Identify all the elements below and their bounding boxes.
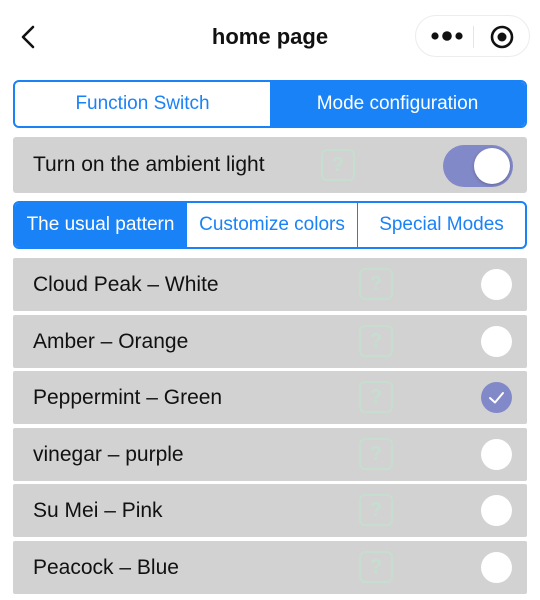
help-icon[interactable]: ? xyxy=(359,324,393,357)
navigation-bar: home page xyxy=(0,0,540,72)
list-item[interactable]: Su Mei – Pink ? xyxy=(13,484,527,537)
ambient-light-label: Turn on the ambient light xyxy=(33,153,265,176)
mode-name: Su Mei – Pink xyxy=(33,499,163,522)
list-item[interactable]: Peppermint – Green ? xyxy=(13,371,527,424)
radio-button-checked[interactable] xyxy=(481,382,512,413)
mode-name: Amber – Orange xyxy=(33,329,189,353)
list-item[interactable]: vinegar – purple ? xyxy=(13,427,527,481)
help-icon[interactable]: ? xyxy=(359,550,393,583)
target-circle-icon[interactable] xyxy=(489,24,515,50)
mode-list: Cloud Peak – White ? Amber – Orange ? Pe… xyxy=(13,258,527,597)
capsule-divider xyxy=(473,26,474,48)
tab-special-modes[interactable]: Special Modes xyxy=(357,203,525,247)
radio-button[interactable] xyxy=(481,438,512,470)
help-icon[interactable]: ? xyxy=(359,494,393,526)
mode-name: Peacock – Blue xyxy=(33,555,179,579)
function-mode-tabs: Function Switch Mode configuration xyxy=(13,80,527,128)
list-item[interactable]: Peacock – Blue ? xyxy=(13,540,527,594)
mini-program-capsule xyxy=(415,15,530,57)
tab-usual-pattern[interactable]: The usual pattern xyxy=(15,203,186,247)
mode-name: vinegar – purple xyxy=(33,442,184,466)
help-icon[interactable]: ? xyxy=(359,381,393,413)
ambient-light-row: Turn on the ambient light ? xyxy=(13,137,527,193)
tab-function-switch[interactable]: Function Switch xyxy=(15,82,270,126)
mode-name: Cloud Peak – White xyxy=(33,273,219,296)
radio-button[interactable] xyxy=(481,325,512,357)
checkmark-icon xyxy=(489,392,504,404)
mode-name: Peppermint – Green xyxy=(33,386,223,409)
tab-mode-configuration[interactable]: Mode configuration xyxy=(270,82,525,126)
ambient-light-toggle[interactable] xyxy=(443,145,513,187)
radio-button[interactable] xyxy=(481,495,512,526)
radio-button[interactable] xyxy=(481,269,512,300)
tab-customize-colors[interactable]: Customize colors xyxy=(186,203,357,247)
help-icon[interactable]: ? xyxy=(359,268,393,300)
list-item[interactable]: Amber – Orange ? xyxy=(13,314,527,368)
radio-button[interactable] xyxy=(481,551,512,583)
help-icon[interactable]: ? xyxy=(359,437,393,470)
toggle-knob xyxy=(474,148,510,184)
list-item[interactable]: Cloud Peak – White ? xyxy=(13,258,527,311)
more-dots-icon[interactable] xyxy=(430,24,464,48)
help-icon[interactable]: ? xyxy=(321,149,355,181)
pattern-tabs: The usual pattern Customize colors Speci… xyxy=(13,201,527,249)
